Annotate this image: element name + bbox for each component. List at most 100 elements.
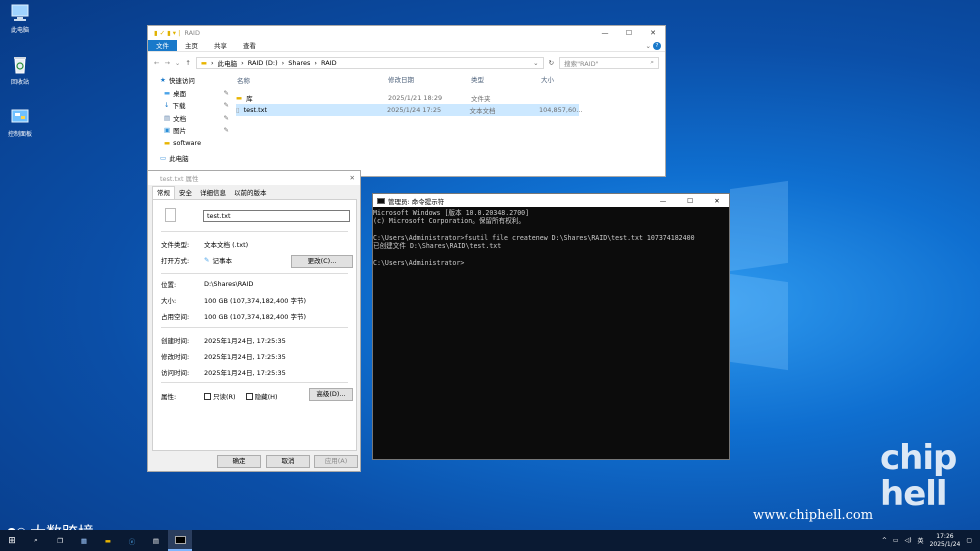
desktop-icon-control-panel[interactable]: 控制面板 xyxy=(0,108,40,138)
divider xyxy=(161,231,348,232)
breadcrumb-shares[interactable]: Shares xyxy=(288,59,310,67)
field-label: 打开方式: xyxy=(161,257,190,265)
breadcrumb-raid[interactable]: RAID xyxy=(321,59,337,67)
console-output[interactable]: Microsoft Windows [版本 10.0.20348.2700] (… xyxy=(373,207,729,267)
desktop-icon-label: 控制面板 xyxy=(7,131,32,138)
desktop-icon-recycle-bin[interactable]: 回收站 xyxy=(0,56,40,86)
search-input[interactable]: 搜索"RAID" ⌕ xyxy=(559,56,660,69)
up-icon[interactable]: ↑ xyxy=(185,59,190,67)
readonly-checkbox[interactable]: 只读(R) xyxy=(204,391,236,401)
breadcrumb-drive[interactable]: RAID (D:) xyxy=(248,59,278,67)
tab-details[interactable]: 详细信息 xyxy=(196,187,230,199)
location-value: D:\Shares\RAID xyxy=(204,280,254,288)
recent-locations-icon[interactable]: ⌄ xyxy=(175,59,180,67)
address-row: ← → ⌄ ↑ ▬ › 此电脑 › RAID (D:) › Shares › R… xyxy=(148,52,665,73)
task-view-icon: ❐ xyxy=(57,536,63,545)
address-dropdown-icon[interactable]: ⌄ xyxy=(533,59,538,67)
pictures-icon: ▣ xyxy=(164,126,171,135)
console-line: 已创建文件 D:\Shares\RAID\test.txt xyxy=(373,242,502,251)
file-list: 名称 修改日期 类型 大小 ▬ 库 2025/1/21 18:29 文件夹 ▯ … xyxy=(236,74,665,116)
apply-button[interactable]: 应用(A) xyxy=(314,455,358,468)
cmd-titlebar[interactable]: 管理员: 命令提示符 — ☐ ✕ xyxy=(373,194,729,207)
console-line: C:\Users\Administrator>fsutil file creat… xyxy=(373,233,695,242)
accessed-row: 访问时间: 2025年1月24日, 17:25:35 xyxy=(161,367,286,377)
nav-item-software[interactable]: ▬ software xyxy=(148,137,233,150)
attributes-row: 属性: 只读(R) 隐藏(H) xyxy=(161,391,278,401)
forward-icon[interactable]: → xyxy=(164,59,169,67)
file-name: test.txt xyxy=(243,106,268,114)
folder-icon: ▬ xyxy=(200,58,207,67)
file-row-selected[interactable]: ▯ test.txt 2025/1/24 17:25 文本文档 104,857,… xyxy=(236,104,582,116)
properties-titlebar[interactable]: test.txt 属性 ✕ xyxy=(148,171,360,185)
minimize-icon[interactable]: — xyxy=(651,197,675,205)
tab-previous-versions[interactable]: 以前的版本 xyxy=(230,187,271,199)
hidden-checkbox[interactable]: 隐藏(H) xyxy=(245,391,278,401)
divider xyxy=(161,273,348,274)
field-label: 位置: xyxy=(161,281,177,289)
help-icon[interactable]: ? xyxy=(653,42,661,50)
nav-item-this-pc[interactable]: ▭ 此电脑 xyxy=(148,152,233,165)
breadcrumb-this-pc[interactable]: 此电脑 xyxy=(218,58,238,68)
ok-button[interactable]: 确定 xyxy=(217,455,261,468)
change-button[interactable]: 更改(C)... xyxy=(291,255,353,268)
desktop-icon-this-pc[interactable]: 此电脑 xyxy=(0,4,40,34)
nav-item-desktop[interactable]: ▬ 桌面 ✎ xyxy=(148,87,233,100)
clock-time: 17:26 xyxy=(936,532,954,540)
taskbar-explorer[interactable]: ▬ xyxy=(96,530,120,551)
clock[interactable]: 17:26 2025/1/24 xyxy=(930,533,961,549)
close-icon[interactable]: ✕ xyxy=(641,26,665,40)
network-icon[interactable]: ▭ xyxy=(893,537,899,544)
file-row[interactable]: ▬ 库 2025/1/21 18:29 文件夹 xyxy=(236,92,665,104)
search-icon: ⌕ xyxy=(34,536,38,544)
ribbon-tabs: 文件 主页 共享 查看 ⌄ ? xyxy=(148,40,665,52)
taskbar-server-manager[interactable]: ▦ xyxy=(72,530,96,551)
refresh-icon[interactable]: ↻ xyxy=(549,59,554,67)
pin-icon: ✎ xyxy=(223,101,229,110)
properties-tabs: 常规 安全 详细信息 以前的版本 xyxy=(148,185,360,199)
volume-icon[interactable]: ◁) xyxy=(905,537,912,544)
tab-view[interactable]: 查看 xyxy=(235,40,264,51)
taskbar-cmd[interactable] xyxy=(168,530,192,551)
search-button[interactable]: ⌕ xyxy=(24,530,48,551)
column-name[interactable]: 名称 xyxy=(236,74,388,86)
column-date[interactable]: 修改日期 xyxy=(388,74,471,86)
tab-general[interactable]: 常规 xyxy=(152,186,175,199)
minimize-icon[interactable]: — xyxy=(593,26,617,40)
nav-item-documents[interactable]: ▤ 文档 ✎ xyxy=(148,112,233,125)
taskbar-properties[interactable]: ▤ xyxy=(144,530,168,551)
address-bar[interactable]: ▬ › 此电脑 › RAID (D:) › Shares › RAID ⌄ xyxy=(195,56,544,69)
filename-field[interactable]: test.txt xyxy=(203,210,350,222)
ime-indicator[interactable]: 英 xyxy=(918,536,924,545)
nav-item-pictures[interactable]: ▣ 图片 ✎ xyxy=(148,124,233,137)
properties-dialog: test.txt 属性 ✕ 常规 安全 详细信息 以前的版本 test.txt … xyxy=(147,170,361,472)
tab-home[interactable]: 主页 xyxy=(177,40,206,51)
advanced-button[interactable]: 高级(D)... xyxy=(309,388,353,401)
nav-item-downloads[interactable]: ↓ 下载 ✎ xyxy=(148,99,233,112)
pin-icon: ✎ xyxy=(223,126,229,135)
show-hidden-icons[interactable]: ^ xyxy=(882,537,887,544)
nav-item-quick-access[interactable]: ★ 快速访问 xyxy=(148,74,233,87)
notification-icon[interactable]: ▢ xyxy=(966,537,972,544)
taskbar-ie[interactable]: ⓔ xyxy=(120,530,144,551)
folder-icon: ▬ xyxy=(104,536,112,545)
tab-security[interactable]: 安全 xyxy=(175,187,196,199)
task-view-button[interactable]: ❐ xyxy=(48,530,72,551)
column-size[interactable]: 大小 xyxy=(541,74,581,86)
maximize-icon[interactable]: ☐ xyxy=(678,197,702,205)
start-button[interactable]: ⊞ xyxy=(0,530,24,551)
tab-file[interactable]: 文件 xyxy=(148,40,177,51)
system-tray: ^ ▭ ◁) 英 17:26 2025/1/24 ▢ xyxy=(882,530,972,551)
ribbon-expand-icon[interactable]: ⌄ xyxy=(646,40,653,51)
maximize-icon[interactable]: ☐ xyxy=(617,26,641,40)
tab-share[interactable]: 共享 xyxy=(206,40,235,51)
window-icon: ▤ xyxy=(152,536,160,545)
cancel-button[interactable]: 取消 xyxy=(266,455,310,468)
close-icon[interactable]: ✕ xyxy=(705,197,729,205)
back-icon[interactable]: ← xyxy=(154,59,159,67)
explorer-titlebar[interactable]: ▮ ✓ ▮ ▾ | RAID xyxy=(148,26,665,40)
close-icon[interactable]: ✕ xyxy=(350,174,360,182)
location-row: 位置: D:\Shares\RAID xyxy=(161,279,253,289)
column-type[interactable]: 类型 xyxy=(471,74,541,86)
field-label: 文件类型: xyxy=(161,241,190,249)
quick-access-toolbar-icon[interactable]: ▮ ✓ ▮ ▾ | xyxy=(154,29,180,37)
